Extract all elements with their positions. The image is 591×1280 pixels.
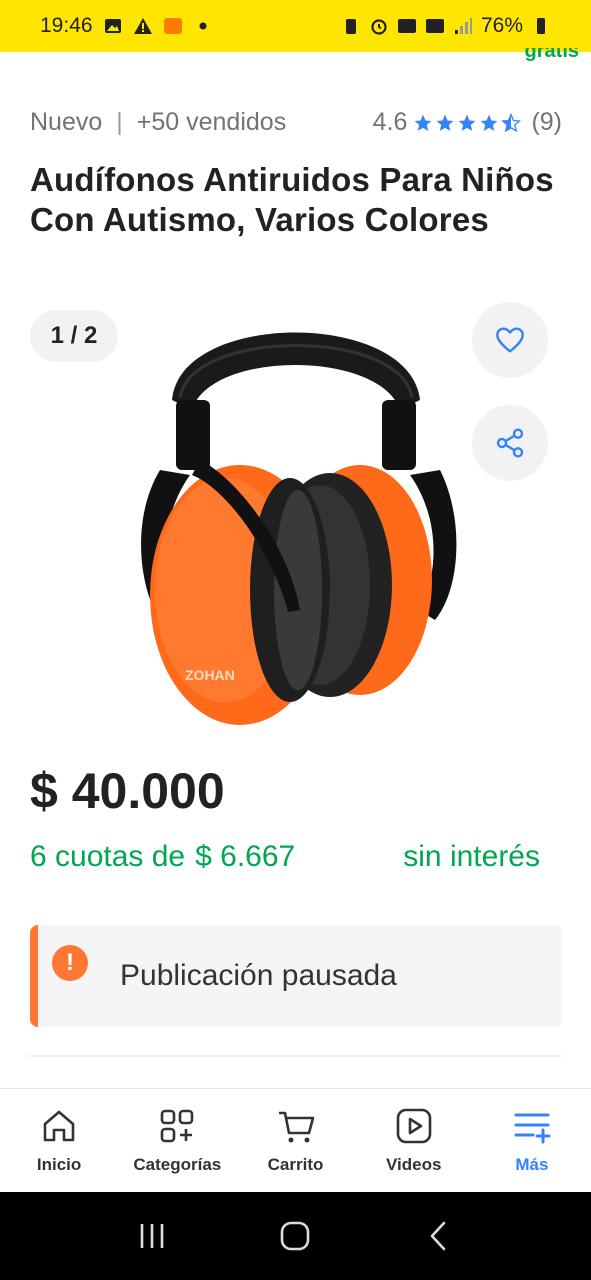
heart-icon	[496, 327, 524, 353]
rating-stars	[413, 112, 522, 133]
price: $ 40.000	[30, 763, 225, 819]
battery-percent: 76%	[480, 14, 523, 37]
nav-item-categorias[interactable]: Categorías	[118, 1089, 236, 1192]
home-icon	[43, 1110, 75, 1142]
image-gallery[interactable]: ZOHAN 1 / 2	[0, 280, 591, 740]
nav-label: Más	[515, 1155, 549, 1174]
temu-app-icon	[163, 18, 182, 34]
nav-item-mas[interactable]: Más	[473, 1089, 591, 1192]
nav-label: Inicio	[36, 1155, 82, 1174]
header-peek: gratis	[524, 48, 579, 62]
status-time: 19:46	[40, 14, 93, 37]
brand-logo: ZOHAN	[185, 667, 235, 683]
nav-label: Videos	[385, 1155, 442, 1174]
signal-icon	[454, 18, 472, 34]
more-menu-icon	[514, 1113, 551, 1144]
product-meta-row: Nuevo | +50 vendidos 4.6 (9)	[30, 108, 562, 137]
gallery-icon	[104, 19, 121, 33]
rating[interactable]: 4.6 (9)	[373, 108, 562, 137]
share-button[interactable]	[472, 405, 548, 481]
half-star-icon	[501, 112, 522, 132]
cart-icon	[278, 1111, 314, 1143]
exclamation-icon: !	[52, 945, 88, 981]
star-icon	[415, 114, 432, 131]
warning-icon	[133, 18, 152, 34]
back-icon[interactable]	[419, 1216, 459, 1256]
paused-alert: ! Publicación pausada	[30, 925, 562, 1027]
rating-value: 4.6	[372, 108, 408, 136]
installments-suffix: sin interés	[403, 840, 540, 873]
nav-item-videos[interactable]: Videos	[355, 1089, 473, 1192]
installment-amount: $ 6.667	[195, 840, 296, 873]
recent-apps-icon[interactable]	[132, 1216, 172, 1256]
battery-saver-icon	[345, 19, 356, 34]
volte-icon	[397, 19, 416, 33]
favorite-button[interactable]	[472, 302, 548, 378]
review-count: (9)	[531, 108, 562, 136]
image-counter: 1 / 2	[30, 310, 118, 362]
notification-dot-icon	[199, 22, 207, 30]
nav-label: Categorías	[133, 1155, 222, 1174]
sold-count: +50 vendidos	[136, 108, 287, 136]
battery-icon	[537, 18, 545, 34]
system-nav-bar	[0, 1192, 591, 1280]
alert-message: Publicación pausada	[120, 959, 397, 992]
product-image[interactable]: ZOHAN	[120, 290, 470, 730]
product-title: Audífonos Antiruidos Para Niños Con Auti…	[30, 161, 554, 238]
installments: 6 cuotas de $ 6.667 sin interés	[30, 840, 570, 874]
grid-icon	[160, 1109, 194, 1143]
meta-separator: |	[116, 108, 123, 136]
condition-label: Nuevo	[30, 108, 103, 136]
star-icon	[437, 114, 454, 131]
nav-label: Carrito	[267, 1155, 324, 1174]
installments-prefix: 6 cuotas de	[30, 840, 186, 873]
divider	[30, 1055, 562, 1057]
nav-item-carrito[interactable]: Carrito	[236, 1089, 354, 1192]
share-icon	[496, 428, 524, 458]
video-play-icon	[396, 1108, 432, 1144]
5g-icon	[425, 19, 444, 33]
nav-item-inicio[interactable]: Inicio	[0, 1089, 118, 1192]
star-icon	[481, 114, 498, 131]
alarm-icon	[371, 19, 387, 35]
bottom-nav: Inicio Categorías Carrito Videos Más	[0, 1088, 591, 1192]
status-bar: 19:46 76%	[0, 0, 591, 52]
home-button-icon[interactable]	[275, 1216, 315, 1256]
star-icon	[459, 114, 476, 131]
